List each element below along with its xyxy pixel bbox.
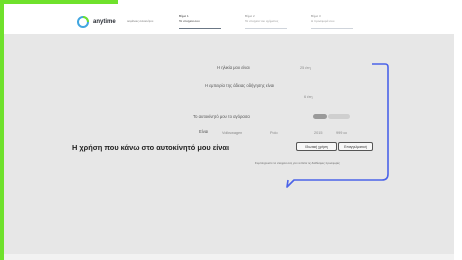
logo-text: anytime [93,19,116,25]
step-3-number: Βήμα 3 [311,14,321,18]
step-1-label: Τα στοιχεία σου [179,19,200,23]
form-area: Η ηλικία μου είναι 25 έτη Η εμπειρία της… [4,34,454,254]
accent-bar-top [0,0,118,4]
usage-private-button[interactable]: Ιδιωτική χρήση [296,142,337,151]
car-engine[interactable]: 999 cc [336,131,347,135]
step-1-bar [179,28,221,29]
footer-band [4,254,454,260]
step-1[interactable]: Βήμα 1 Τα στοιχεία σου [179,13,221,33]
purchase-option-used[interactable] [328,114,350,119]
accent-bar-left [0,0,4,260]
step-3-label: Η προσφορά σου [311,19,335,23]
car-make[interactable]: Volkswagen [222,131,242,135]
app-window: anytime ασφάλειες αυτοκινήτου Βήμα 1 Τα … [0,0,462,260]
license-label: Η εμπειρία της άδειας οδήγησης είναι [205,83,275,88]
purchase-option-new[interactable] [313,114,327,119]
usage-professional-button[interactable]: Επαγγελματική [338,142,373,151]
progress-steps: Βήμα 1 Τα στοιχεία σου Βήμα 2 Τα στοιχεί… [179,13,353,33]
car-model[interactable]: Polo [270,131,278,135]
usage-question: Η χρήση που κάνω στο αυτοκίνητό μου είνα… [72,143,229,152]
logo-subtitle: ασφάλειες αυτοκινήτου [127,20,154,23]
car-year[interactable]: 2015 [314,131,322,135]
step-3[interactable]: Βήμα 3 Η προσφορά σου [311,13,353,33]
step-2-label: Τα στοιχεία του οχήματος [245,19,279,23]
step-1-number: Βήμα 1 [179,14,189,18]
form-note: Συμπληρώστε τα στοιχεία σας για να δείτε… [255,161,340,165]
top-header: anytime ασφάλειες αυτοκινήτου Βήμα 1 Τα … [4,4,454,34]
age-value[interactable]: 25 έτη [300,66,311,70]
purchase-label: Το αυτοκίνητό μου το αγόρασα [193,114,250,119]
step-3-bar [311,28,353,29]
car-label: Είναι [199,129,209,134]
brand-logo[interactable]: anytime [76,15,116,29]
anytime-logo-icon [77,16,89,28]
step-2-number: Βήμα 2 [245,14,255,18]
license-value[interactable]: 6 έτη [304,95,312,99]
step-2[interactable]: Βήμα 2 Τα στοιχεία του οχήματος [245,13,287,33]
age-label: Η ηλικία μου είναι [217,65,250,70]
step-2-bar [245,28,287,29]
